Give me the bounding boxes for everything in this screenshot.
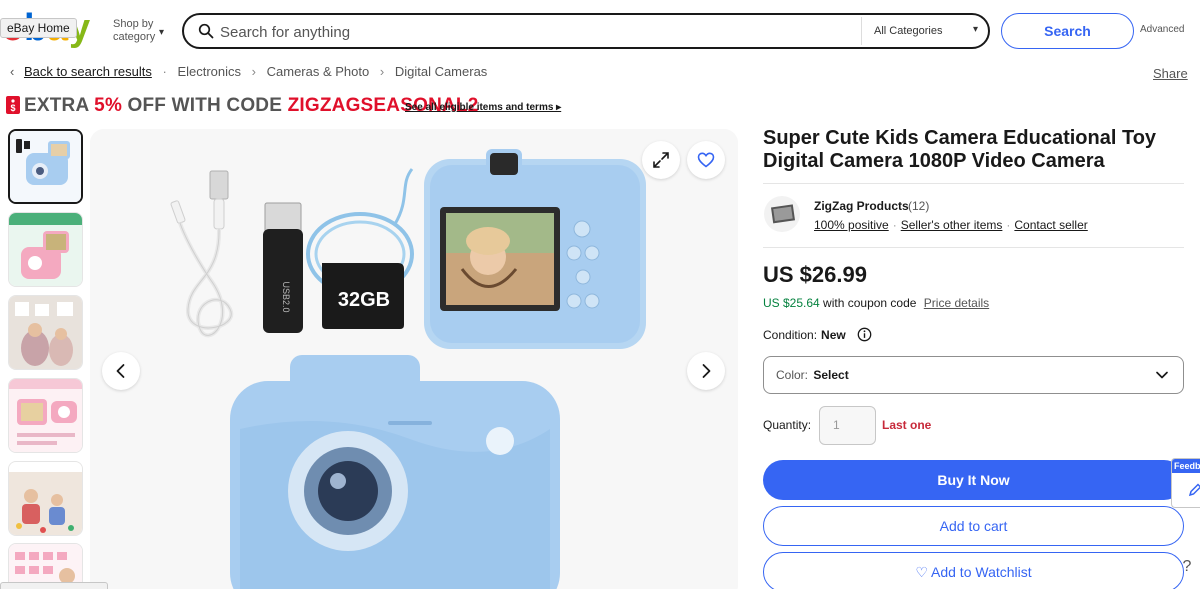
share-link[interactable]: Share: [1153, 66, 1188, 81]
search-input[interactable]: [220, 21, 850, 43]
chevron-right-icon: [702, 364, 711, 378]
card-reader: USB2.0: [263, 202, 303, 333]
condition-label: Condition:: [763, 328, 818, 342]
chevron-down-icon: ▾: [159, 27, 165, 38]
chevron-left-icon[interactable]: ‹: [10, 64, 14, 79]
divider: [763, 183, 1184, 184]
seller-other-items-link[interactable]: Seller's other items: [901, 218, 1003, 232]
feedback-tab[interactable]: Feedback: [1171, 458, 1200, 508]
edit-icon: [1188, 483, 1200, 497]
thumbnail-image: [9, 213, 82, 286]
thumbnail-image: [9, 296, 82, 369]
price-details-link[interactable]: Price details: [924, 296, 989, 310]
thumbnail-3[interactable]: [8, 295, 83, 370]
chevron-left-icon: [116, 364, 125, 378]
stock-note: Last one: [882, 418, 932, 432]
price: US $26.99: [763, 262, 867, 287]
chevron-down-icon: [1156, 371, 1168, 379]
color-value: Select: [813, 368, 849, 382]
thumbnail-2[interactable]: [8, 212, 83, 287]
main-product-image[interactable]: USB2.0 32GB: [90, 129, 738, 589]
buy-it-now-button[interactable]: Buy It Now: [763, 460, 1184, 500]
eligible-items-link[interactable]: See all eligible items and terms ▸: [405, 102, 561, 113]
expand-image-button[interactable]: [642, 141, 680, 179]
feedback-label: Feedback: [1172, 459, 1200, 473]
breadcrumb-digital-cameras[interactable]: Digital Cameras: [395, 64, 487, 79]
camera-back-view: [424, 149, 646, 349]
thumbnail-image: [9, 462, 82, 535]
coupon-price: US $25.64: [763, 296, 820, 310]
advanced-search-link[interactable]: Advanced: [1140, 24, 1184, 35]
seller-feedback-link[interactable]: 100% positive: [814, 218, 889, 232]
quantity-label: Quantity:: [763, 418, 812, 432]
promo-prefix: EXTRA: [24, 95, 95, 116]
add-to-watchlist-button[interactable]: ♡ Add to Watchlist: [763, 552, 1184, 589]
product-photo: USB2.0 32GB: [90, 129, 738, 589]
divider: [763, 247, 1184, 248]
chevron-down-icon: ▾: [972, 24, 978, 35]
add-to-cart-button[interactable]: Add to cart: [763, 506, 1184, 546]
card-reader-label: USB2.0: [281, 281, 291, 312]
contact-seller-link[interactable]: Contact seller: [1014, 218, 1087, 232]
breadcrumb-chevron-icon: ›: [251, 64, 256, 79]
page: e b a y eBay Home Shop by category ▾ All…: [0, 0, 1200, 589]
help-icon[interactable]: ?: [1176, 558, 1198, 580]
separator-dot: ·: [892, 218, 897, 232]
expand-icon: [653, 152, 669, 168]
memory-card-label: 32GB: [338, 289, 390, 311]
search-bar: All Categories ▾: [182, 13, 990, 49]
seller-avatar[interactable]: [764, 196, 800, 232]
category-label: category: [113, 31, 156, 43]
promo-percent: 5%: [94, 95, 128, 116]
breadcrumb-cameras-photo[interactable]: Cameras & Photo: [267, 64, 370, 79]
category-select-value: All Categories: [874, 25, 943, 37]
coupon-price-line: US $25.64 with coupon code Price details: [763, 296, 989, 310]
thumbnail-image: [9, 379, 82, 452]
breadcrumb-chevron-icon: ›: [379, 64, 385, 79]
promo-middle: OFF WITH CODE: [127, 95, 288, 116]
bottom-tooltip: [0, 582, 108, 589]
thumbnail-image: [10, 131, 81, 202]
next-image-button[interactable]: [687, 352, 725, 390]
back-to-results-link[interactable]: Back to search results: [24, 64, 152, 79]
condition-value: New: [821, 328, 846, 342]
search-button[interactable]: Search: [1001, 13, 1134, 49]
seller-feedback-count[interactable]: (12): [908, 199, 929, 213]
quantity-input[interactable]: 1: [819, 406, 876, 445]
category-select[interactable]: All Categories ▾: [861, 17, 988, 45]
svg-text:$: $: [10, 103, 15, 113]
breadcrumb-electronics[interactable]: Electronics: [177, 64, 241, 79]
thumbnail-5[interactable]: [8, 461, 83, 536]
seller-name[interactable]: ZigZag Products: [814, 199, 909, 213]
search-icon: [198, 23, 214, 39]
thumbnail-1[interactable]: [8, 129, 83, 204]
heart-icon: [697, 152, 715, 168]
coupon-tag-icon: $: [6, 96, 20, 114]
previous-image-button[interactable]: [102, 352, 140, 390]
breadcrumb-separator: ·: [162, 64, 167, 79]
camera-front-view: [230, 355, 560, 589]
breadcrumb: ‹ Back to search results · Electronics ›…: [10, 64, 487, 84]
memory-card: 32GB: [322, 263, 404, 329]
shop-by-category-button[interactable]: Shop by category ▾: [113, 18, 164, 44]
color-label: Color:: [776, 368, 809, 382]
thumbnail-4[interactable]: [8, 378, 83, 453]
ebay-home-tooltip: eBay Home: [0, 18, 77, 38]
condition: Condition: New: [763, 328, 846, 342]
seller-logo-icon: [770, 204, 795, 224]
seller-links: 100% positive · Seller's other items · Conta…: [814, 218, 1088, 232]
product-title: Super Cute Kids Camera Educational Toy D…: [763, 127, 1157, 172]
separator-dot: ·: [1006, 218, 1011, 232]
save-to-watchlist-button[interactable]: [687, 141, 725, 179]
info-icon[interactable]: [857, 327, 872, 342]
header: e b a y eBay Home Shop by category ▾ All…: [0, 0, 1200, 60]
color-select[interactable]: Color: Select: [763, 356, 1184, 394]
coupon-text: with coupon code: [819, 296, 917, 310]
shop-by-label: Shop by: [113, 18, 154, 30]
